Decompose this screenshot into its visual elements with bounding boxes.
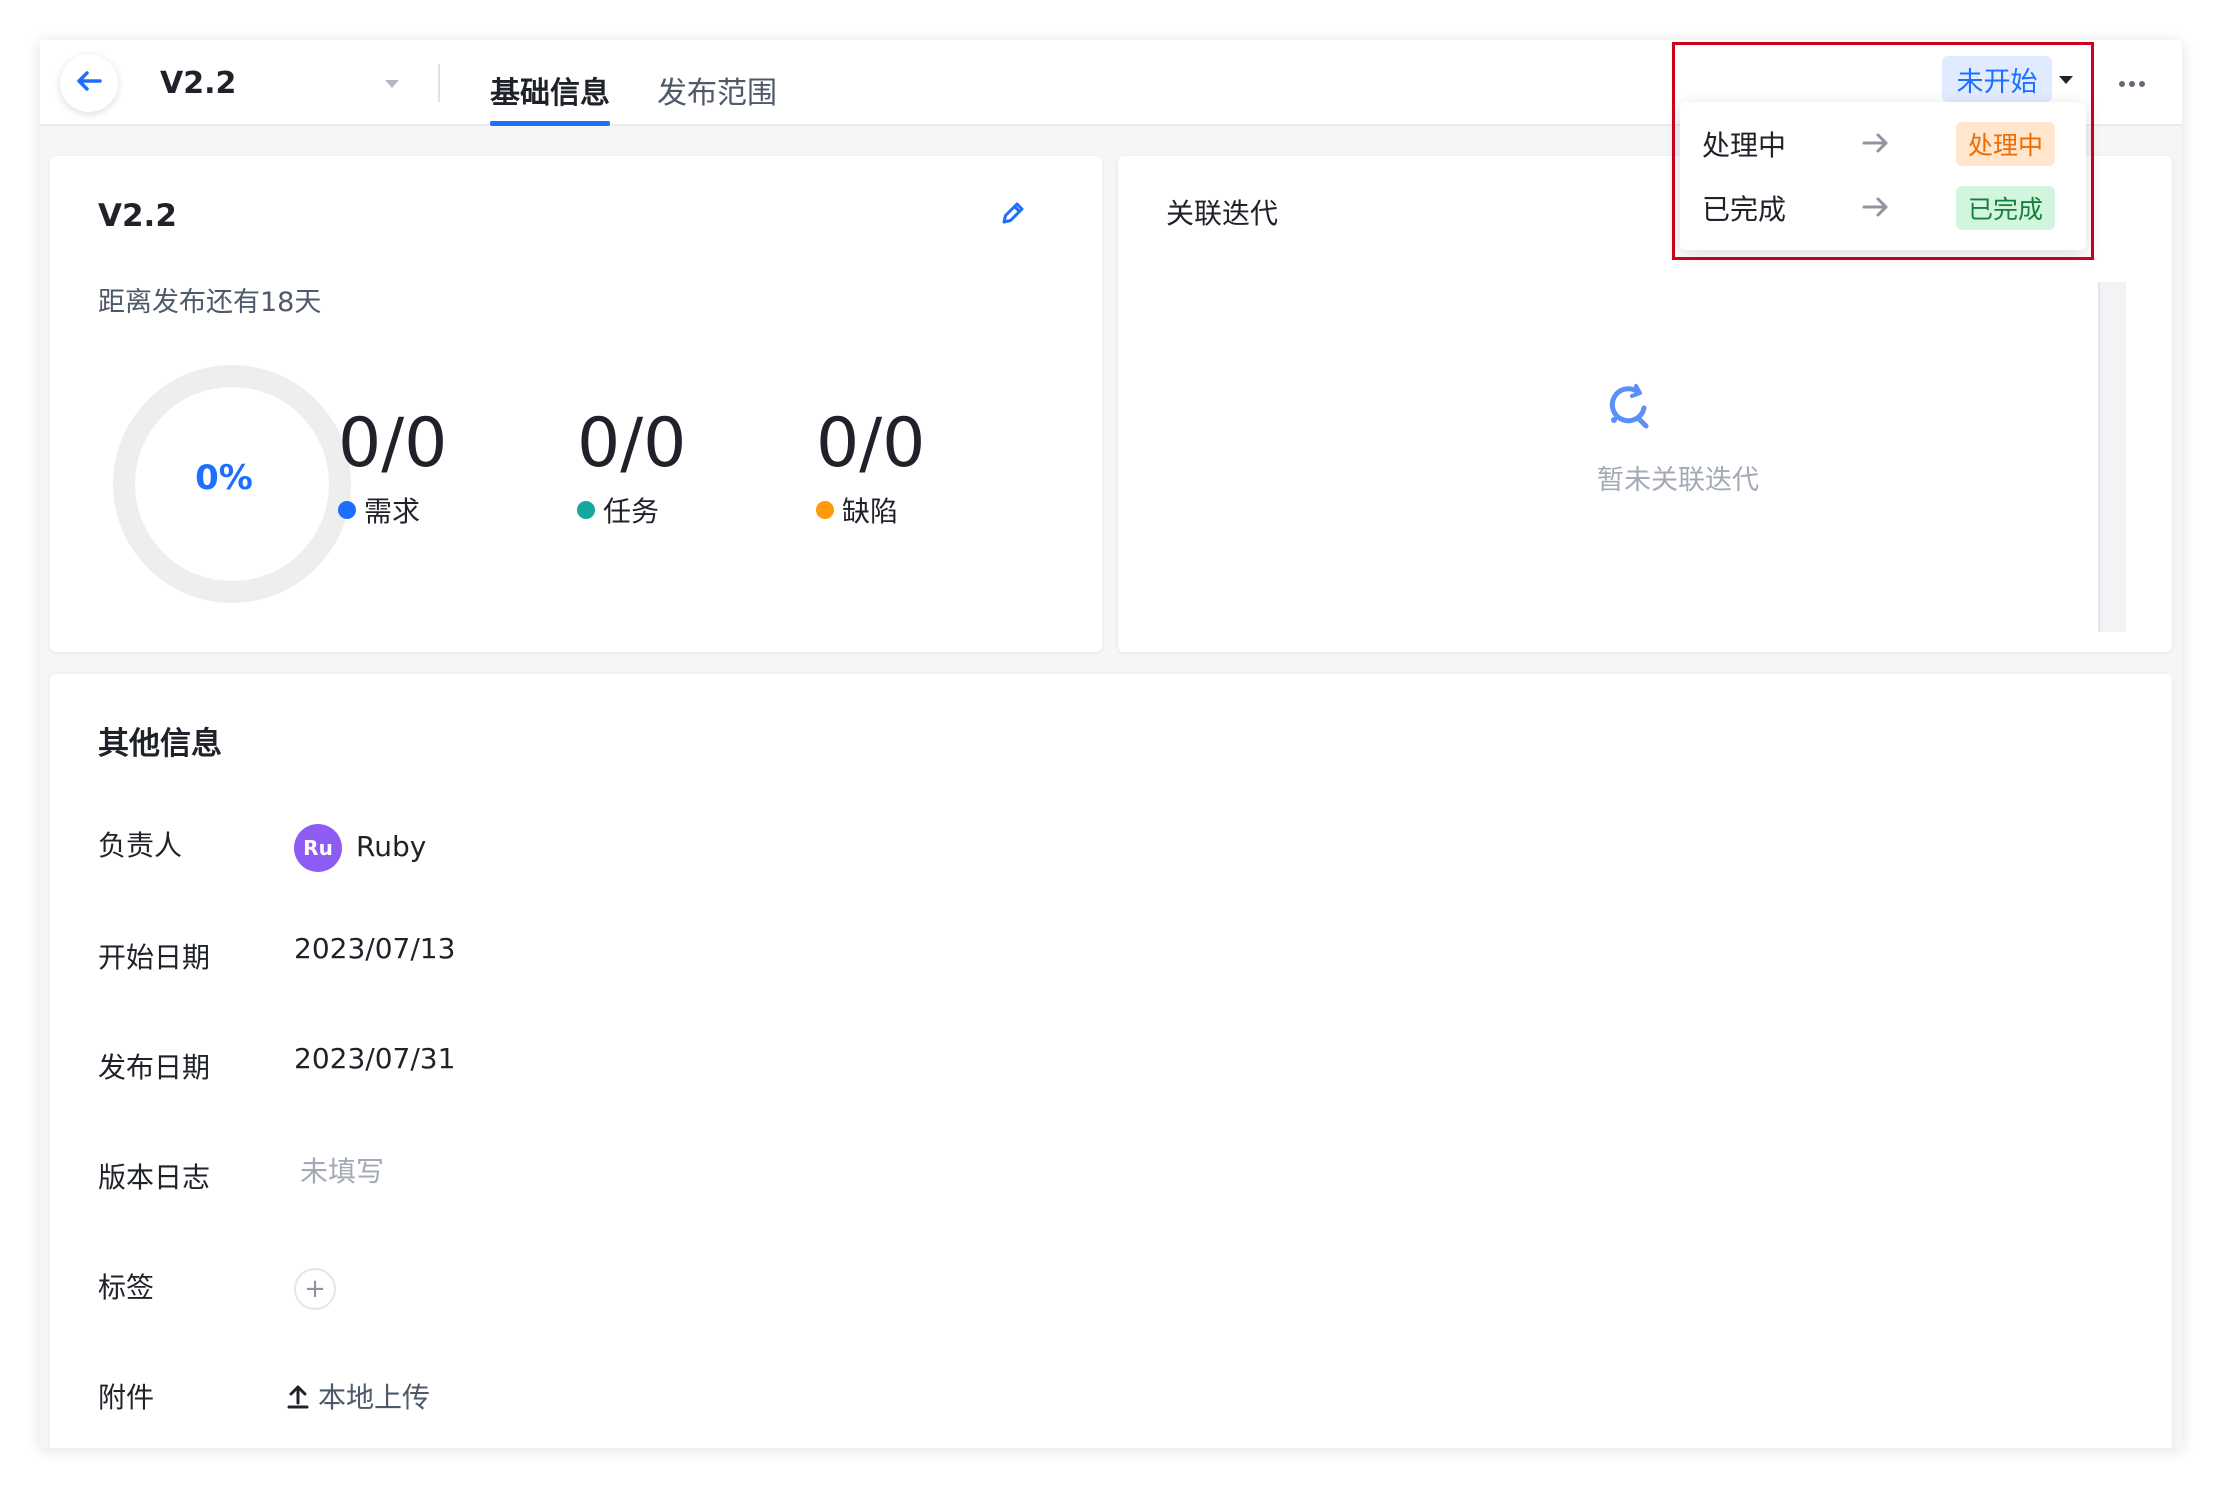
local-upload-label: 本地上传 [318, 1381, 431, 1414]
legend-dot-tasks [577, 501, 595, 519]
legend-dot-defects [816, 501, 834, 519]
arrow-left-icon [76, 70, 102, 96]
other-info-card: 其他信息 负责人 Ru Ruby 开始日期 2023/07/13 发布日期 20… [50, 674, 2172, 1448]
attachment-label: 附件 [98, 1381, 155, 1414]
start-date-value[interactable]: 2023/07/13 [294, 932, 455, 965]
progress-percent: 0% [195, 458, 253, 498]
version-card: V2.2 距离发布还有18天 0% 0/0 需求 0/0 任务 0/0 缺陷 [50, 156, 1102, 652]
stat-tasks: 0/0 任务 [577, 404, 686, 530]
local-upload-button[interactable]: 本地上传 [286, 1376, 430, 1416]
release-date-value[interactable]: 2023/07/31 [294, 1042, 455, 1075]
stat-defects-value: 0/0 [816, 404, 926, 483]
status-option-processing-from: 处理中 [1702, 129, 1787, 162]
version-select-value: V2.2 [160, 65, 237, 101]
other-info-title: 其他信息 [98, 726, 222, 762]
status-badge-completed: 已完成 [1956, 186, 2056, 230]
status-button-label: 未开始 [1956, 66, 2038, 98]
tab-release-scope-label: 发布范围 [657, 76, 777, 111]
caret-down-icon [384, 74, 400, 93]
changelog-label: 版本日志 [98, 1161, 211, 1194]
release-detail-window: V2.2 基础信息 发布范围 未开始 V2.2 距离发布还有18天 0% 0/0… [40, 40, 2182, 1448]
iteration-title: 关联迭代 [1166, 197, 1279, 230]
stat-requirements: 0/0 需求 [338, 404, 447, 530]
tab-release-scope[interactable]: 发布范围 [657, 54, 777, 126]
status-dropdown: 处理中 处理中 已完成 已完成 [1680, 102, 2086, 250]
start-date-label: 开始日期 [98, 941, 211, 974]
status-option-processing[interactable]: 处理中 处理中 [1680, 112, 2086, 176]
stat-defects-label: 缺陷 [842, 495, 899, 528]
changelog-field[interactable]: 未填写 [300, 1150, 384, 1190]
status-badge-processing: 处理中 [1956, 122, 2056, 166]
legend-dot-requirements [338, 501, 356, 519]
more-button[interactable] [2108, 60, 2156, 104]
avatar[interactable]: Ru [294, 824, 342, 872]
avatar-initials: Ru [303, 836, 333, 860]
tab-basic-info-label: 基础信息 [490, 76, 610, 111]
arrow-right-icon [1862, 196, 1890, 222]
status-option-completed[interactable]: 已完成 已完成 [1680, 176, 2086, 240]
iteration-scrollbar[interactable] [2098, 282, 2126, 632]
owner-name[interactable]: Ruby [356, 830, 426, 863]
pencil-icon[interactable] [1000, 200, 1026, 230]
upload-icon [287, 1385, 309, 1409]
plus-icon: + [304, 1274, 326, 1304]
tab-basic-info[interactable]: 基础信息 [490, 54, 610, 126]
header-divider [438, 64, 440, 102]
status-option-completed-from: 已完成 [1702, 193, 1787, 226]
stat-defects: 0/0 缺陷 [816, 404, 925, 530]
version-select[interactable]: V2.2 [160, 58, 400, 108]
more-horizontal-icon [2118, 73, 2146, 92]
owner-label: 负责人 [98, 829, 183, 862]
refresh-search-icon [1600, 378, 1660, 438]
release-date-label: 发布日期 [98, 1051, 211, 1084]
stat-requirements-value: 0/0 [338, 404, 448, 483]
release-countdown: 距离发布还有18天 [98, 287, 322, 318]
back-button[interactable] [60, 54, 118, 112]
status-button[interactable]: 未开始 [1942, 56, 2052, 102]
add-tag-button[interactable]: + [294, 1268, 336, 1310]
tags-label: 标签 [98, 1271, 155, 1304]
stat-requirements-label: 需求 [364, 495, 421, 528]
stat-tasks-value: 0/0 [577, 404, 687, 483]
version-title: V2.2 [98, 198, 177, 234]
status-caret-down-icon[interactable] [2058, 70, 2074, 89]
stat-tasks-label: 任务 [603, 495, 660, 528]
arrow-right-icon [1862, 132, 1890, 158]
iteration-empty-text: 暂未关联迭代 [1597, 465, 1759, 496]
